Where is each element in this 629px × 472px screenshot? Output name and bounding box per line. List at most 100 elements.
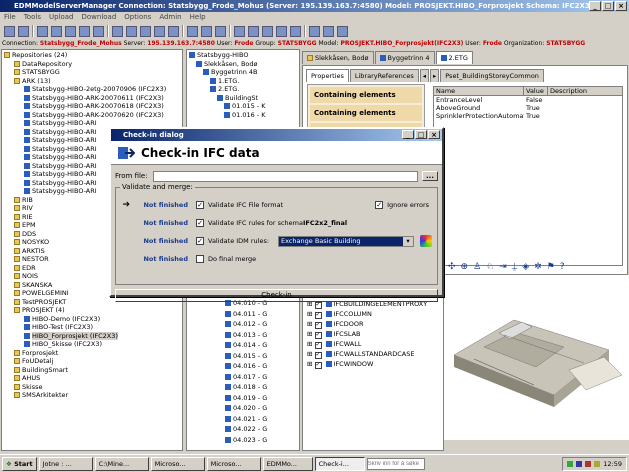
element-type-item[interactable]: ⊞ ✓ IFCWINDOW [307, 359, 439, 369]
tray-icon[interactable] [585, 460, 592, 467]
section-icon[interactable]: ⍊ [512, 262, 517, 272]
idm-rules-select[interactable]: Exchange Basic Building ▾ [278, 235, 414, 247]
minimize-button[interactable]: _ [589, 1, 601, 11]
toolbar-button[interactable] [234, 25, 245, 37]
browse-button[interactable]: ... [422, 171, 438, 181]
spatial-structure-tree-lower[interactable]: 04.010 - G 04.011 - G 04.012 - G 04.013 - G… [186, 297, 300, 451]
repository-tree-item[interactable]: SMSArkitekter [4, 391, 180, 400]
select-icon[interactable]: ⚑ [547, 262, 555, 272]
property-row[interactable]: EntranceLevel False [434, 96, 622, 104]
axis-icon[interactable]: ✣ [448, 262, 456, 272]
element-visible-checkbox[interactable]: ✓ [314, 341, 322, 349]
element-type-item[interactable]: ⊞ ✓ IFCCOLUMN [307, 309, 439, 319]
toolbar-button[interactable] [215, 25, 226, 37]
expand-icon[interactable]: ⊞ [307, 310, 315, 318]
spatial-structure-tree[interactable]: Statsbygg-HIBO Slekkåsen, Bodø Byggetrinn … [186, 49, 300, 129]
toolbar-button[interactable] [154, 25, 165, 37]
start-button[interactable]: ❖ Start [2, 456, 37, 471]
expand-icon[interactable]: ⊞ [307, 360, 315, 368]
expand-icon[interactable]: ⊞ [307, 350, 315, 358]
repository-tree-item[interactable]: HIBO-Test (IFC2X3) [4, 323, 180, 332]
spatial-tree-item[interactable]: Byggetrinn 4B [189, 68, 297, 77]
help-icon[interactable]: ? [560, 262, 565, 272]
space-tree-item[interactable]: 04.013 - G [189, 330, 297, 341]
element-visible-checkbox[interactable]: ✓ [314, 361, 322, 369]
taskbar-item[interactable]: Jotne : ... [38, 456, 93, 471]
toolbar-button[interactable] [37, 25, 48, 37]
menu-help[interactable]: Help [190, 12, 206, 23]
settings-icon[interactable]: ✲ [534, 262, 542, 272]
fit-icon[interactable]: ⇥ [499, 262, 507, 272]
repository-tree-item[interactable]: BuildingSmart [4, 366, 180, 375]
rotate-icon[interactable]: ⊕ [461, 262, 469, 272]
toolbar-button[interactable] [79, 25, 90, 37]
expand-icon[interactable]: ⊞ [307, 330, 315, 338]
dialog-close-button[interactable]: × [428, 130, 440, 139]
element-visible-checkbox[interactable]: ✓ [314, 301, 322, 309]
column-name[interactable]: Name [434, 87, 524, 95]
space-tree-item[interactable]: 04.022 - G [189, 424, 297, 435]
element-type-list[interactable]: ⊞ ✓ IFCBUILDINGELEMENTPROXY ⊞ ✓ IFCCOLUMN ⊞ … [302, 297, 444, 451]
element-visible-checkbox[interactable]: ✓ [314, 351, 322, 359]
tab-library-references[interactable]: LibraryReferences [349, 69, 419, 82]
element-type-item[interactable]: ⊞ ✓ IFCWALL [307, 339, 439, 349]
toolbar-button[interactable] [93, 25, 104, 37]
spatial-tree-item[interactable]: 1.ETG. [189, 77, 297, 86]
repository-tree-item[interactable]: AHUS [4, 374, 180, 383]
validate-format-checkbox[interactable]: ✓ [196, 201, 204, 209]
space-tree-item[interactable]: 04.017 - G [189, 372, 297, 383]
space-tree-item[interactable]: 04.011 - G [189, 309, 297, 320]
repository-tree-item[interactable]: Statsbygg-HIBO-ARK-20070618 (IFC2X3) [4, 102, 180, 111]
repository-tree-item[interactable]: Statsbygg-HIBO-2etg-20070906 (IFC2X3) [4, 85, 180, 94]
menu-tools[interactable]: Tools [24, 12, 41, 23]
toolbar-button[interactable] [262, 25, 273, 37]
menu-upload[interactable]: Upload [49, 12, 74, 23]
checkin-button[interactable]: Check-in [115, 289, 438, 302]
toolbar-button[interactable] [276, 25, 287, 37]
space-tree-item[interactable]: 04.014 - G [189, 340, 297, 351]
validate-idm-checkbox[interactable]: ✓ [196, 237, 204, 245]
spatial-tree-item[interactable]: 2.ETG. [189, 85, 297, 94]
space-tree-item[interactable]: 04.020 - G [189, 403, 297, 414]
repository-tree-item[interactable]: PROSJEKT (4) [4, 306, 180, 315]
spatial-tree-item[interactable]: Slekkåsen, Bodø [189, 60, 297, 69]
toolbar-button[interactable] [51, 25, 62, 37]
spatial-tree-item[interactable]: 01.015 - K [189, 102, 297, 111]
repository-tree-item[interactable]: FoUDetalj [4, 357, 180, 366]
spatial-tree-item[interactable]: Statsbygg-HIBO [189, 51, 297, 60]
space-tree-item[interactable]: 04.016 - G [189, 361, 297, 372]
repository-tree-item[interactable]: DataRepository [4, 60, 180, 69]
element-type-item[interactable]: ⊞ ✓ IFCDOOR [307, 319, 439, 329]
toolbar-button[interactable] [112, 25, 123, 37]
ignore-errors-checkbox[interactable]: ✓ [375, 201, 384, 209]
toolbar-button[interactable] [18, 25, 29, 37]
toolbar-button[interactable] [201, 25, 212, 37]
ruler-icon[interactable]: ◈ [522, 262, 529, 272]
expand-icon[interactable]: ⊞ [307, 340, 315, 348]
menu-file[interactable]: File [4, 12, 16, 23]
tray-icon[interactable] [594, 460, 601, 467]
maximize-button[interactable]: □ [602, 1, 614, 11]
containing-elements-header[interactable]: Containing elements [310, 105, 422, 121]
element-type-item[interactable]: ⊞ ✓ IFCWALLSTANDARDCASE [307, 349, 439, 359]
taskbar-item-active[interactable]: Check-i... [314, 456, 365, 471]
final-merge-checkbox[interactable] [196, 255, 204, 263]
spatial-tree-item[interactable]: BuildingSt [189, 94, 297, 103]
tab-site[interactable]: Slekkåsen, Bodø [302, 51, 374, 64]
person-icon[interactable]: ♙ [473, 262, 481, 272]
element-type-item[interactable]: ⊞ ✓ IFCSLAB [307, 329, 439, 339]
toolbar-button[interactable] [323, 25, 334, 37]
tab-properties[interactable]: Properties [306, 69, 349, 82]
repository-tree-item[interactable]: STATSBYGG [4, 68, 180, 77]
space-tree-item[interactable]: 04.018 - G [189, 382, 297, 393]
taskbar-item[interactable]: Microso... [150, 456, 205, 471]
space-tree-item[interactable]: 04.012 - G [189, 319, 297, 330]
tab-scroll-right[interactable]: ▸ [429, 69, 440, 82]
toolbar-button[interactable] [4, 25, 15, 37]
taskbar-item[interactable]: Microso... [206, 456, 261, 471]
tab-scroll-left[interactable]: ◂ [419, 69, 429, 82]
walk-icon[interactable]: ♘ [486, 262, 494, 272]
close-button[interactable]: × [615, 1, 627, 11]
property-row[interactable]: AboveGround True [434, 104, 622, 112]
repository-tree-item[interactable]: HIBO_Forprosjekt (IFC2X3) [4, 331, 180, 341]
